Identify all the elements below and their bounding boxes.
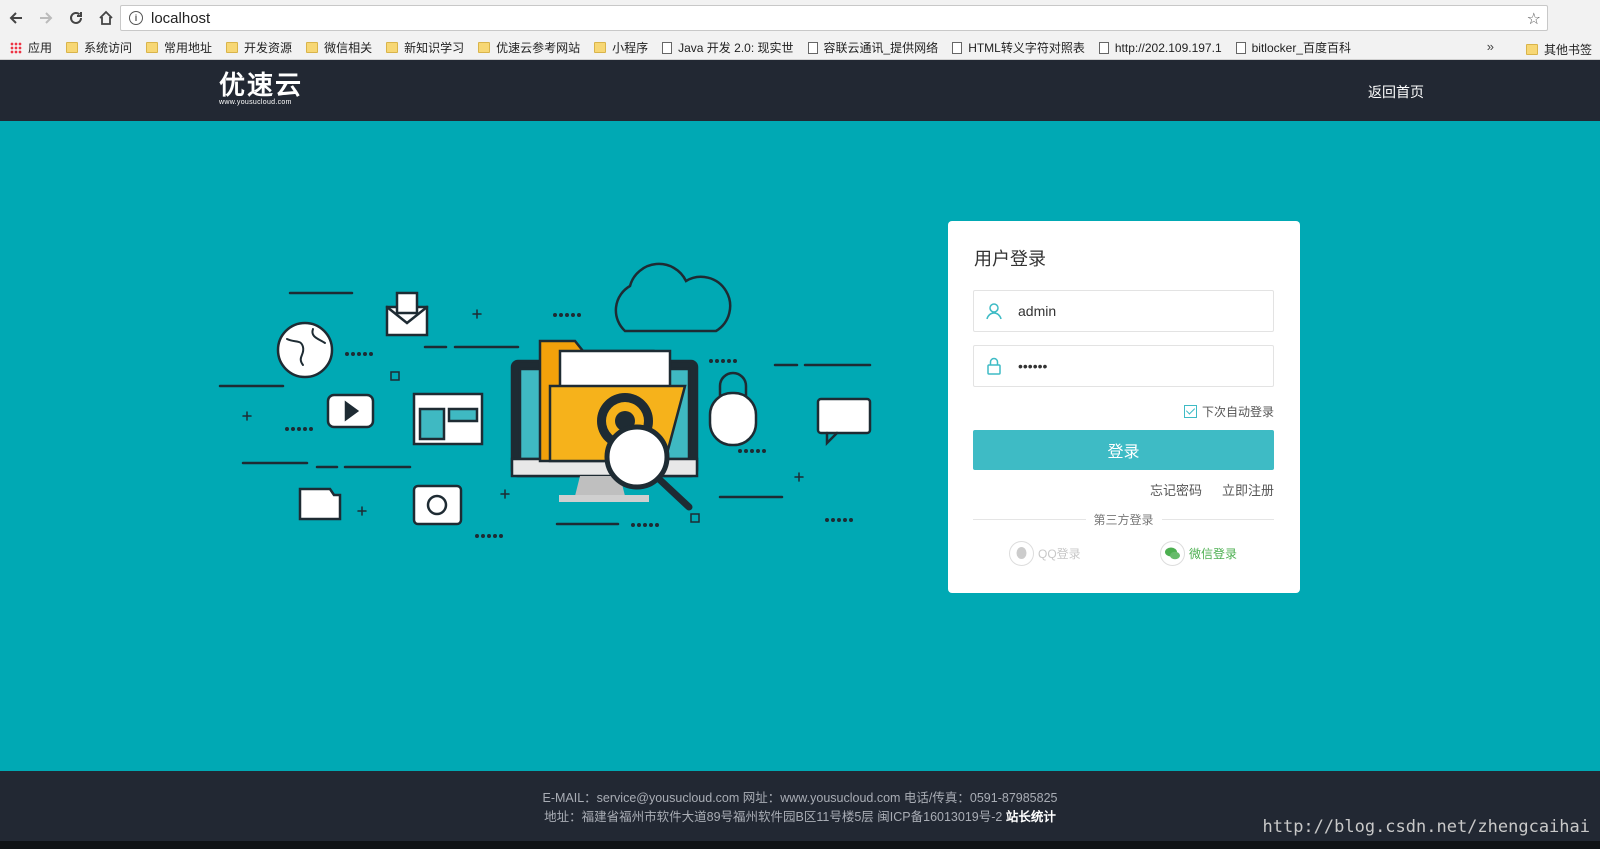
site-header: 优速云 www.yousucloud.com 返回首页	[0, 60, 1600, 121]
logo-text: 优速云	[219, 70, 304, 100]
globe-icon	[276, 321, 334, 379]
remember-checkbox[interactable]	[1183, 405, 1197, 418]
third-party-label: 第三方登录	[1085, 511, 1162, 528]
info-icon[interactable]: i	[129, 11, 143, 25]
folder-icon	[1525, 44, 1538, 55]
remember-label: 下次自动登录	[1201, 405, 1274, 419]
other-bookmarks[interactable]: 其他书签	[1525, 41, 1592, 58]
bookmark-label: bitlocker_百度百科	[1251, 41, 1351, 55]
page-icon	[662, 41, 673, 54]
bookmark-item[interactable]: 常用地址	[146, 39, 212, 56]
bookmark-label: 小程序	[612, 41, 649, 55]
third-party-divider: 第三方登录	[973, 511, 1274, 528]
site-stats-link[interactable]: 站长统计	[1006, 810, 1056, 824]
watermark: http://blog.csdn.net/zhengcaihai	[1262, 817, 1590, 837]
forgot-password-link[interactable]: 忘记密码	[1150, 480, 1202, 499]
bookmark-label: 微信相关	[324, 41, 373, 55]
back-to-home-link[interactable]: 返回首页	[1368, 82, 1424, 102]
wechat-login[interactable]: 微信登录	[1160, 541, 1237, 566]
footer-contact: E-MAIL：service@yousucloud.com 网址：www.you…	[542, 791, 1058, 805]
logo-subtext: www.yousucloud.com	[219, 99, 292, 106]
chat-icon	[816, 397, 872, 435]
forward-button[interactable]	[32, 4, 60, 32]
remember-me[interactable]: 下次自动登录	[1183, 403, 1274, 420]
bookmarks-bar: 应用 系统访问 常用地址 开发资源 微信相关 新知识学习 优速云参考网站 小程序 Java 开发…	[0, 36, 1600, 60]
folder-outline-icon	[298, 487, 342, 521]
folder-icon	[386, 42, 399, 53]
bookmark-item[interactable]: 优速云参考网站	[478, 39, 580, 56]
bookmark-label: 容联云通讯_提供网络	[823, 41, 939, 55]
lock-icon	[708, 391, 758, 447]
reload-icon	[70, 11, 82, 24]
qq-icon	[1009, 541, 1034, 566]
hero-illustration	[218, 262, 872, 538]
bookmark-item[interactable]: Java 开发 2.0: 现实世	[662, 39, 794, 56]
bookmark-item[interactable]: 微信相关	[306, 39, 372, 56]
bookmark-label: 新知识学习	[404, 41, 465, 55]
bookmark-item[interactable]: 应用	[0, 39, 52, 56]
login-card: 用户登录 下次自动登录 登录 忘记密码 立即注册 第三方登录	[948, 221, 1300, 593]
back-button[interactable]	[2, 4, 30, 32]
username-input[interactable]	[1018, 303, 1258, 319]
home-icon	[99, 10, 113, 25]
home-button[interactable]	[92, 4, 120, 32]
other-bookmarks-label: 其他书签	[1543, 43, 1592, 57]
login-title: 用户登录	[974, 249, 1046, 269]
camera-icon	[412, 484, 463, 526]
cloud-icon	[614, 262, 732, 333]
forward-arrow-icon	[40, 12, 53, 24]
page-icon	[1098, 41, 1109, 54]
folder-icon	[478, 42, 491, 53]
bookmark-label: 系统访问	[84, 41, 133, 55]
page-icon	[952, 41, 963, 54]
bookmark-item[interactable]: HTML转义字符对照表	[952, 39, 1085, 56]
password-field[interactable]	[973, 345, 1274, 387]
bookmark-label: http://202.109.197.1	[1114, 40, 1222, 55]
username-field[interactable]	[973, 290, 1274, 332]
site-logo[interactable]: 优速云 www.yousucloud.com	[219, 70, 303, 106]
bookmark-star-icon[interactable]: ☆	[1527, 9, 1541, 29]
more-bookmarks-button[interactable]: »	[1487, 39, 1494, 54]
bookmark-label: 常用地址	[164, 41, 213, 55]
folder-icon	[66, 42, 79, 53]
bookmark-item[interactable]: http://202.109.197.1	[1098, 40, 1222, 55]
address-bar[interactable]: i localhost ☆	[120, 5, 1548, 31]
lock-icon	[987, 357, 1001, 375]
bookmark-item[interactable]: 容联云通讯_提供网络	[807, 39, 939, 56]
footer-address-text: 地址：福建省福州市软件大道89号福州软件园B区11号楼5层 闽ICP备16013…	[544, 810, 1003, 824]
bookmark-item[interactable]: 开发资源	[226, 39, 292, 56]
qq-login[interactable]: QQ登录	[1009, 541, 1081, 566]
browser-toolbar: i localhost ☆	[0, 0, 1600, 36]
main-banner: 用户登录 下次自动登录 登录 忘记密码 立即注册 第三方登录	[0, 121, 1600, 771]
bookmark-label: 开发资源	[244, 41, 293, 55]
page-icon	[807, 41, 818, 54]
bookmark-item[interactable]: 小程序	[594, 39, 648, 56]
bookmark-label: HTML转义字符对照表	[968, 41, 1085, 55]
user-icon	[986, 303, 1002, 320]
password-input[interactable]	[1018, 358, 1258, 374]
wechat-login-label: 微信登录	[1189, 547, 1238, 561]
folder-icon	[146, 42, 159, 53]
page-icon	[1235, 41, 1246, 54]
bookmark-item[interactable]: 新知识学习	[386, 39, 464, 56]
back-arrow-icon	[9, 12, 22, 24]
bookmark-label: 应用	[28, 41, 53, 55]
apps-grid-icon	[10, 41, 22, 54]
qq-login-label: QQ登录	[1038, 547, 1081, 561]
url-text: localhost	[151, 9, 211, 27]
folder-icon	[594, 42, 607, 53]
bookmark-item[interactable]: bitlocker_百度百科	[1235, 39, 1351, 56]
account-links: 忘记密码 立即注册	[1150, 480, 1274, 499]
bookmark-label: 优速云参考网站	[496, 41, 581, 55]
bookmark-label: Java 开发 2.0: 现实世	[678, 41, 794, 55]
login-button[interactable]: 登录	[973, 430, 1274, 470]
register-link[interactable]: 立即注册	[1222, 480, 1274, 499]
bookmark-item[interactable]: 系统访问	[66, 39, 132, 56]
folder-icon	[306, 42, 319, 53]
folder-icon	[226, 42, 239, 53]
reload-button[interactable]	[62, 4, 90, 32]
taskbar	[0, 841, 1600, 849]
wechat-icon	[1160, 541, 1185, 566]
